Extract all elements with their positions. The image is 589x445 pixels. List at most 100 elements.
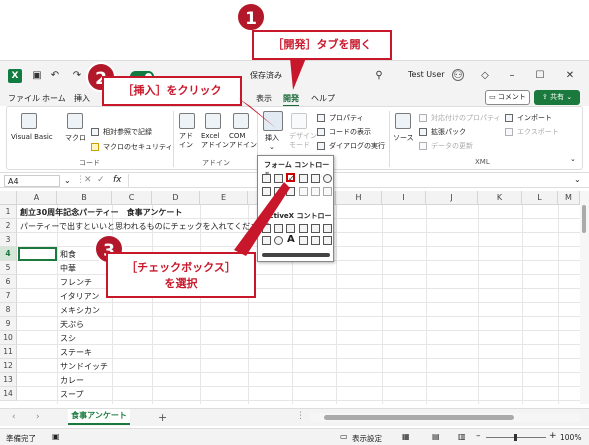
- formula-input[interactable]: [128, 174, 568, 187]
- next-sheet-icon[interactable]: ›: [36, 412, 40, 422]
- row-header[interactable]: 12: [0, 359, 17, 373]
- export-button[interactable]: エクスポート: [517, 127, 559, 137]
- accessibility-icon[interactable]: ▣: [52, 432, 60, 441]
- cell-b14[interactable]: スープ: [60, 388, 84, 401]
- excel-addin-button[interactable]: Excel アドイン: [201, 132, 229, 150]
- fx-icon[interactable]: fx: [113, 175, 122, 185]
- tab-help[interactable]: ヘルプ: [311, 93, 335, 104]
- spin-button-control-icon[interactable]: [299, 174, 308, 183]
- col-header-j[interactable]: J: [426, 191, 478, 205]
- zoom-level[interactable]: 100%: [560, 433, 581, 442]
- col-header-c[interactable]: C: [112, 191, 152, 205]
- row-header[interactable]: 14: [0, 387, 17, 401]
- check-icon[interactable]: ✓: [97, 175, 105, 185]
- cancel-icon[interactable]: ✕: [84, 175, 92, 185]
- activex-image-icon[interactable]: [299, 236, 308, 245]
- col-header-l[interactable]: L: [522, 191, 558, 205]
- design-mode-button[interactable]: デザイン モード: [289, 132, 317, 150]
- activex-more-icon[interactable]: [323, 236, 332, 245]
- maximize-icon[interactable]: ☐: [533, 69, 547, 83]
- add-sheet-icon[interactable]: +: [158, 411, 167, 424]
- row-header[interactable]: 1: [0, 205, 17, 219]
- combo-list-control-icon[interactable]: [311, 187, 320, 196]
- activex-scrollbar-icon[interactable]: [311, 236, 320, 245]
- macro-button[interactable]: マクロ: [65, 133, 86, 143]
- col-header-d[interactable]: D: [152, 191, 200, 205]
- cell-b7[interactable]: イタリアン: [60, 290, 99, 303]
- properties-button[interactable]: プロパティ: [329, 113, 364, 123]
- minimize-icon[interactable]: –: [505, 69, 519, 83]
- zoom-in-icon[interactable]: +: [549, 431, 557, 441]
- activex-list-icon[interactable]: [299, 224, 308, 233]
- refresh-data-button[interactable]: データの更新: [431, 141, 473, 151]
- sheet-tab[interactable]: 食事アンケート: [68, 409, 130, 425]
- map-props-button[interactable]: 対応付けのプロパティ: [431, 113, 501, 123]
- com-addin-button[interactable]: COM アドイン: [229, 132, 257, 150]
- avatar[interactable]: ⚇: [452, 69, 464, 81]
- col-header-i[interactable]: I: [382, 191, 426, 205]
- activex-spin-icon[interactable]: [323, 224, 332, 233]
- col-header-h[interactable]: H: [336, 191, 382, 205]
- prev-sheet-icon[interactable]: ‹: [12, 412, 16, 422]
- insert-button[interactable]: 挿入: [265, 133, 279, 143]
- relative-ref-button[interactable]: 相対参照で記録: [103, 127, 152, 137]
- addin-button[interactable]: アド イン: [179, 132, 193, 150]
- cell-b12[interactable]: サンドイッチ: [60, 360, 108, 373]
- zoom-slider[interactable]: [486, 434, 546, 441]
- col-header-b[interactable]: B: [57, 191, 112, 205]
- cell-b4[interactable]: 和食: [60, 248, 76, 261]
- row-header[interactable]: 8: [0, 303, 17, 317]
- addin-icon[interactable]: [179, 113, 195, 129]
- redo-icon[interactable]: ↷: [70, 69, 84, 83]
- cell-b9[interactable]: 天ぷら: [60, 318, 84, 331]
- tab-developer[interactable]: 開発: [283, 93, 299, 107]
- macro-icon[interactable]: [67, 113, 83, 129]
- zoom-slider-thumb[interactable]: [514, 434, 517, 441]
- cell-a1[interactable]: 創立30周年記念パーティー 食事アンケート: [20, 206, 182, 219]
- source-icon[interactable]: [395, 113, 411, 129]
- row-header[interactable]: 11: [0, 345, 17, 359]
- visual-basic-button[interactable]: Visual Basic: [11, 133, 53, 141]
- display-settings-icon[interactable]: ▭: [340, 432, 348, 441]
- cell-b13[interactable]: カレー: [60, 374, 84, 387]
- name-box[interactable]: A4: [4, 175, 60, 187]
- cell-b8[interactable]: メキシカン: [60, 304, 100, 317]
- cell-b5[interactable]: 中華: [60, 262, 76, 275]
- undo-icon[interactable]: ↶: [48, 69, 62, 83]
- import-button[interactable]: インポート: [517, 113, 552, 123]
- page-layout-icon[interactable]: ▤: [432, 432, 440, 441]
- diamond-icon[interactable]: ◇: [478, 69, 492, 83]
- combo-dropdown-control-icon[interactable]: [323, 187, 332, 196]
- chevron-down-icon[interactable]: ⌄: [64, 176, 71, 185]
- text-field-control-icon[interactable]: [299, 187, 308, 196]
- row-header[interactable]: 9: [0, 317, 17, 331]
- row-header[interactable]: 3: [0, 233, 17, 247]
- display-settings-button[interactable]: 表示設定: [352, 433, 382, 444]
- select-all-corner[interactable]: [0, 191, 17, 205]
- col-header-a[interactable]: A: [17, 191, 57, 205]
- scrollbar-thumb[interactable]: [324, 415, 514, 420]
- excel-addin-icon[interactable]: [205, 113, 221, 129]
- activex-textbox-icon[interactable]: [311, 224, 320, 233]
- row-header[interactable]: 13: [0, 373, 17, 387]
- tab-file[interactable]: ファイル: [8, 93, 40, 104]
- page-break-icon[interactable]: ▥: [458, 432, 466, 441]
- normal-view-icon[interactable]: ▦: [402, 432, 410, 441]
- col-header-k[interactable]: K: [478, 191, 522, 205]
- zoom-out-icon[interactable]: –: [476, 431, 481, 441]
- option-button-control-icon[interactable]: [323, 174, 332, 183]
- list-box-control-icon[interactable]: [311, 174, 320, 183]
- vertical-scrollbar[interactable]: [580, 191, 589, 404]
- col-header-m[interactable]: M: [558, 191, 580, 205]
- row-header[interactable]: 5: [0, 261, 17, 275]
- expansion-pack-button[interactable]: 拡張パック: [431, 127, 466, 137]
- scrollbar-thumb[interactable]: [582, 205, 586, 233]
- save-icon[interactable]: ▣: [30, 69, 44, 83]
- row-header[interactable]: 6: [0, 275, 17, 289]
- horizontal-scrollbar[interactable]: [310, 413, 580, 422]
- row-header[interactable]: 10: [0, 331, 17, 345]
- tab-insert[interactable]: 挿入: [74, 93, 90, 104]
- macro-security-button[interactable]: マクロのセキュリティ: [103, 142, 173, 152]
- comment-button[interactable]: ▭ コメント: [485, 90, 530, 105]
- cell-b6[interactable]: フレンチ: [60, 276, 92, 289]
